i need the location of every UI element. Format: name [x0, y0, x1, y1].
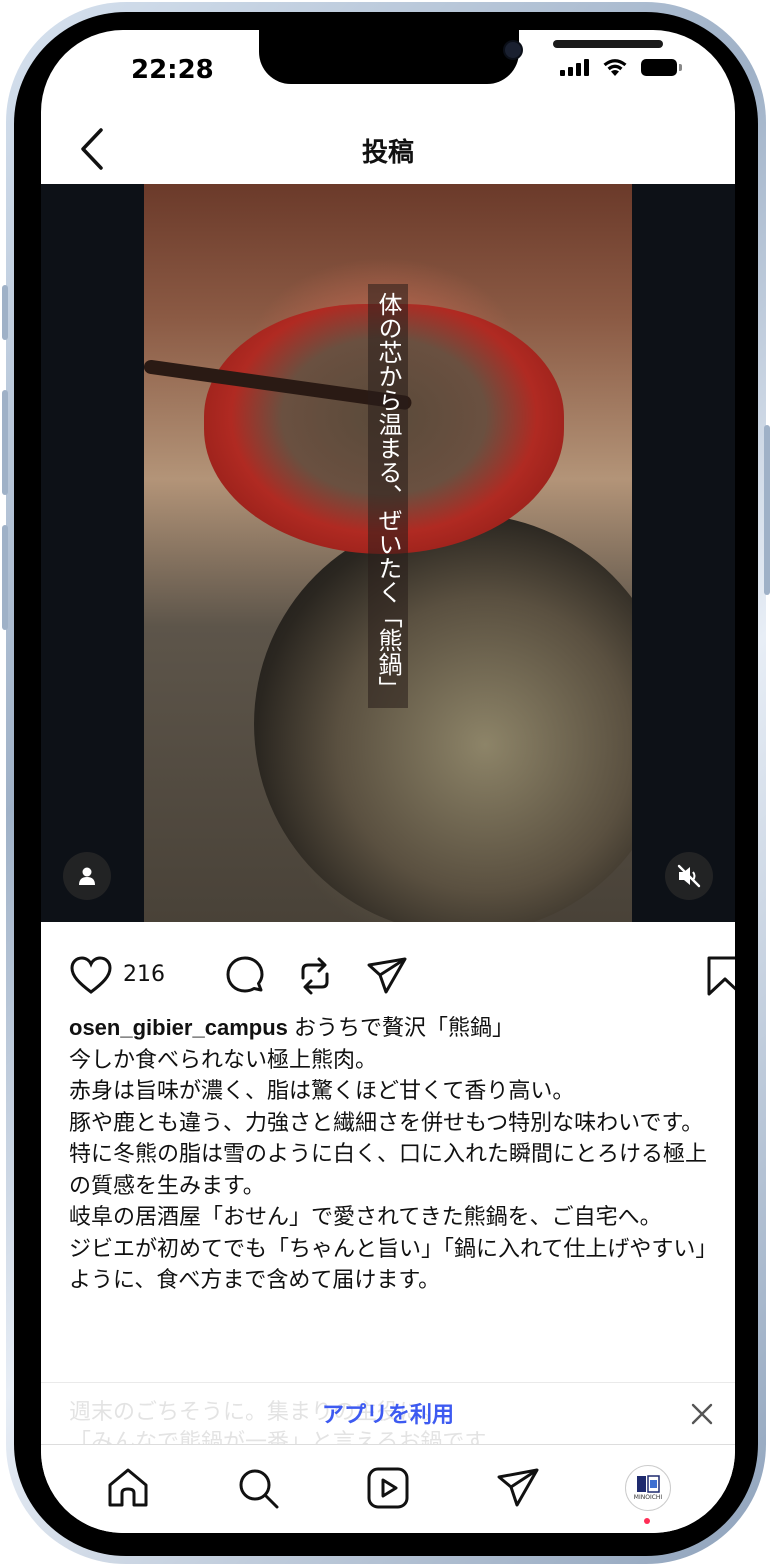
caption-username[interactable]: osen_gibier_campus	[69, 1015, 288, 1040]
tab-direct-messages[interactable]	[495, 1465, 541, 1511]
screen: 22:28 投稿 体の芯から温まる、ぜいたく「熊鍋」 216 osen_gibi…	[41, 30, 735, 1533]
tab-search[interactable]	[235, 1465, 281, 1511]
caption-line: 今しか食べられない極上熊肉。	[69, 1046, 378, 1072]
open-app-link[interactable]: アプリを利用	[41, 1397, 735, 1429]
bottom-tab-bar: MINOICHI	[41, 1444, 735, 1533]
wifi-icon	[603, 59, 627, 76]
tab-reels[interactable]	[365, 1465, 411, 1511]
cellular-signal-icon	[560, 58, 589, 76]
earpiece-speaker	[553, 40, 663, 48]
side-button-action	[2, 285, 8, 340]
front-camera	[505, 42, 521, 58]
comment-icon	[226, 956, 264, 993]
person-icon	[79, 867, 95, 885]
page-title: 投稿	[361, 138, 414, 168]
profile-logo-text: MINOICHI	[633, 1494, 663, 1501]
paper-plane-icon	[367, 957, 407, 994]
tab-profile[interactable]: MINOICHI	[625, 1465, 671, 1511]
tagged-users-button[interactable]	[63, 852, 111, 900]
open-app-banner: 週末のごちそうに。集まりの主役に。 「みんなで熊鍋が一番」と言えるお鍋です アプ…	[41, 1382, 735, 1454]
comment-button[interactable]	[223, 954, 267, 1002]
home-icon	[108, 1468, 148, 1507]
caption-line: 赤身は旨味が濃く、脂は驚くほど甘くて香り高い。	[69, 1078, 575, 1103]
save-button[interactable]	[705, 954, 735, 1002]
close-banner-button[interactable]	[689, 1401, 715, 1427]
caption-line: ジビエが初めてでも「ちゃんと旨い」「鍋に入れて仕上げやすい」ように、食べ方まで含…	[69, 1235, 707, 1293]
side-button-power	[764, 425, 770, 595]
profile-avatar	[637, 1475, 660, 1493]
notch	[259, 30, 663, 84]
post-media[interactable]: 体の芯から温まる、ぜいたく「熊鍋」	[41, 184, 735, 922]
side-button-volume-down	[2, 525, 8, 630]
hot-pot-image	[254, 514, 632, 922]
caption-line: 特に冬熊の脂は雪のように白く、口に入れた瞬間にとろける極上の質感を生みます。	[69, 1141, 708, 1198]
caption-line: 岐阜の居酒屋「おせん」で愛されてきた熊鍋を、ご自宅へ。	[69, 1204, 662, 1229]
status-time: 22:28	[131, 55, 214, 85]
post-actions: 216	[69, 952, 735, 1002]
caption-line: おうちで贅沢「熊鍋」	[294, 1015, 515, 1040]
bookmark-icon	[707, 956, 735, 996]
direct-message-icon	[497, 1468, 539, 1507]
notification-dot	[644, 1518, 650, 1524]
search-icon	[239, 1469, 279, 1509]
side-button-volume-up	[2, 390, 8, 495]
close-icon	[691, 1403, 713, 1425]
mute-button[interactable]	[665, 852, 713, 900]
speaker-muted-icon	[677, 864, 701, 888]
like-button[interactable]	[69, 954, 113, 1002]
heart-icon	[70, 956, 112, 994]
battery-icon	[641, 58, 682, 76]
video-overlay-text: 体の芯から温まる、ぜいたく「熊鍋」	[368, 284, 408, 708]
tab-home[interactable]	[105, 1465, 151, 1511]
top-nav: 投稿	[41, 118, 735, 184]
repost-button[interactable]	[293, 954, 337, 1002]
reels-icon	[367, 1467, 409, 1509]
share-button[interactable]	[365, 954, 409, 1002]
video-frame[interactable]: 体の芯から温まる、ぜいたく「熊鍋」	[144, 184, 632, 922]
repost-icon	[301, 957, 329, 995]
post-caption: osen_gibier_campus おうちで贅沢「熊鍋」 今しか食べられない極…	[69, 1012, 709, 1296]
caption-line: 豚や鹿とも違う、力強さと繊細さを併せもつ特別な味わいです。	[69, 1109, 704, 1135]
like-count[interactable]: 216	[123, 962, 165, 987]
status-icons	[560, 56, 682, 78]
